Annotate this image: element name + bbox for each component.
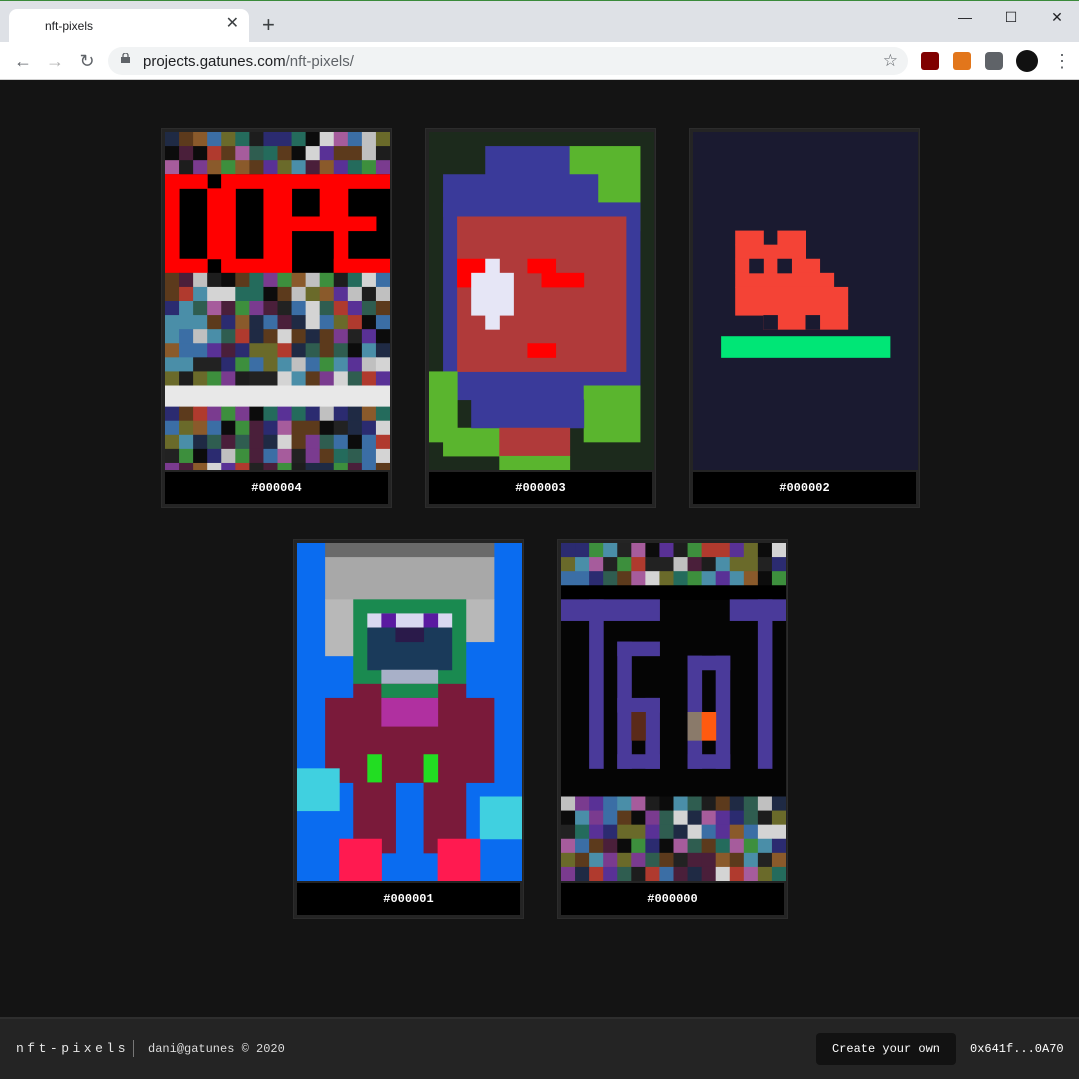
minimize-icon[interactable]: — — [950, 7, 980, 27]
forward-arrow-icon[interactable]: → — [44, 50, 66, 72]
browser-tab[interactable]: nft-pixels ✕ — [9, 9, 249, 43]
gallery-page: #000004 #000003 #000002 #000001 #000000 — [0, 80, 1079, 1017]
window-close-icon[interactable]: ✕ — [1042, 7, 1072, 27]
reload-icon[interactable]: ↻ — [76, 50, 98, 72]
brand-name[interactable]: nft-pixels — [16, 1041, 129, 1056]
tab-title: nft-pixels — [45, 19, 94, 33]
maximize-icon[interactable]: ☐ — [996, 7, 1026, 27]
bookmark-star-icon[interactable]: ☆ — [883, 51, 898, 71]
profile-avatar[interactable] — [1016, 50, 1038, 72]
close-icon[interactable]: ✕ — [226, 16, 239, 32]
browser-menu-icon[interactable]: ⋮ — [1053, 51, 1071, 71]
nft-token-id: #000000 — [561, 883, 784, 915]
copyright-text: dani@gatunes © 2020 — [148, 1042, 285, 1056]
lock-icon — [121, 53, 130, 63]
nft-pixel-art — [165, 132, 390, 470]
nft-card[interactable]: #000004 — [161, 128, 392, 508]
nft-pixel-art — [693, 132, 918, 470]
nft-card[interactable]: #000002 — [689, 128, 920, 508]
new-tab-icon[interactable]: + — [262, 14, 275, 36]
nft-card[interactable]: #000001 — [293, 539, 524, 919]
create-your-own-button[interactable]: Create your own — [816, 1033, 956, 1065]
url-text: projects.gatunes.com/nft-pixels/ — [143, 53, 354, 70]
extensions-puzzle-icon[interactable] — [985, 52, 1003, 70]
back-arrow-icon[interactable]: ← — [12, 50, 34, 72]
nft-card[interactable]: #000003 — [425, 128, 656, 508]
nft-pixel-art — [297, 543, 522, 881]
address-bar[interactable]: projects.gatunes.com/nft-pixels/ ☆ — [108, 47, 908, 75]
nft-token-id: #000003 — [429, 472, 652, 504]
nft-pixel-art — [429, 132, 654, 470]
nft-card[interactable]: #000000 — [557, 539, 788, 919]
nft-pixel-art — [561, 543, 786, 881]
wallet-address[interactable]: 0x641f...0A70 — [970, 1042, 1064, 1056]
metamask-extension-icon[interactable] — [953, 52, 971, 70]
nft-token-id: #000002 — [693, 472, 916, 504]
footer-divider — [133, 1040, 134, 1057]
nft-token-id: #000004 — [165, 472, 388, 504]
browser-tab-bar: nft-pixels ✕ + — ☐ ✕ — [0, 0, 1079, 43]
browser-toolbar: ← → ↻ projects.gatunes.com/nft-pixels/ ☆… — [0, 42, 1079, 80]
ublock-extension-icon[interactable] — [921, 52, 939, 70]
nft-token-id: #000001 — [297, 883, 520, 915]
footer: nft-pixels dani@gatunes © 2020 Create yo… — [0, 1017, 1079, 1079]
